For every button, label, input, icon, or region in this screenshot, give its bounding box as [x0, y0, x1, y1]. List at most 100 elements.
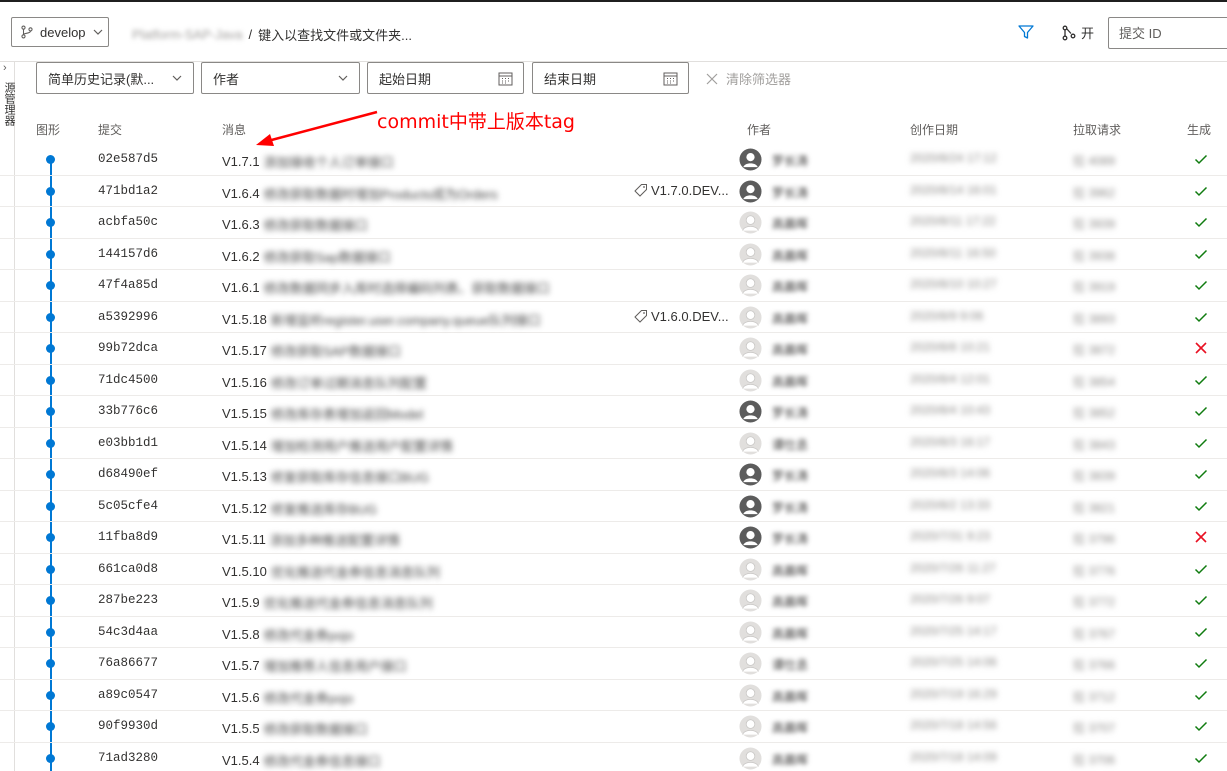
commit-id-input[interactable]	[1108, 17, 1227, 49]
pull-request-link[interactable]: 拉 3766	[1073, 656, 1115, 673]
commit-row[interactable]: 11fba8d9 V1.5.11 添加多种推送配置详情 罗长涛 2020/7/3…	[0, 522, 1227, 554]
pull-request-link[interactable]: 拉 3872	[1073, 341, 1115, 358]
commit-hash-link[interactable]: 02e587d5	[98, 152, 158, 166]
commit-message[interactable]: V1.5.18 新增监听register.user.company.queue队…	[222, 310, 541, 329]
history-mode-select[interactable]: 简单历史记录(默...	[36, 62, 194, 94]
commit-hash-link[interactable]: 144157d6	[98, 247, 158, 261]
commit-message[interactable]: V1.5.6 修改代金券pojo	[222, 688, 353, 707]
commit-hash-link[interactable]: 471bd1a2	[98, 184, 158, 198]
pull-request-link[interactable]: 拉 4089	[1073, 152, 1115, 169]
commit-hash-link[interactable]: 76a86677	[98, 656, 158, 670]
build-success-icon[interactable]	[1193, 246, 1209, 262]
commit-hash-link[interactable]: 90f9930d	[98, 719, 158, 733]
commit-message[interactable]: V1.6.3 修改获取数据接口	[222, 215, 368, 234]
build-success-icon[interactable]	[1193, 403, 1209, 419]
commit-message[interactable]: V1.5.14 增加检测用户推送用户配置详情	[222, 436, 453, 455]
commit-hash-link[interactable]: acbfa50c	[98, 215, 158, 229]
author-select[interactable]: 作者	[201, 62, 360, 94]
commit-row[interactable]: 54c3d4aa V1.5.8 修改代金券pojo 高晨晖 2020/7/25 …	[0, 617, 1227, 648]
build-success-icon[interactable]	[1193, 151, 1209, 167]
commit-message[interactable]: V1.6.2 修改获取Sap数据接口	[222, 247, 391, 266]
commit-row[interactable]: a5392996 V1.5.18 新增监听register.user.compa…	[0, 302, 1227, 333]
commit-hash-link[interactable]: 287be223	[98, 593, 158, 607]
version-tag[interactable]: V1.7.0.DEV...	[634, 183, 729, 198]
commit-hash-link[interactable]: d68490ef	[98, 467, 158, 481]
commit-row[interactable]: acbfa50c V1.6.3 修改获取数据接口 高晨晖 2020/8/11 1…	[0, 207, 1227, 239]
commit-message[interactable]: V1.5.9 优化推送代金券信息消息队列	[222, 593, 433, 612]
commit-row[interactable]: 144157d6 V1.6.2 修改获取Sap数据接口 高晨晖 2020/8/1…	[0, 239, 1227, 270]
commit-message[interactable]: V1.5.13 修复获取库存信息接口BUG	[222, 467, 429, 486]
commit-row[interactable]: 71dc4500 V1.5.16 修改订单过期消息队列配置 高晨晖 2020/8…	[0, 365, 1227, 396]
pull-request-link[interactable]: 拉 3852	[1073, 404, 1115, 421]
commit-row[interactable]: 76a86677 V1.5.7 增加推荐人信息用户接口 谭仕丞 2020/7/2…	[0, 648, 1227, 680]
commit-row[interactable]: 47f4a85d V1.6.1 修改数据同步入库时选择编码列表、获取数据接口 高…	[0, 270, 1227, 302]
commit-message[interactable]: V1.5.17 修改获取SAP数据接口	[222, 341, 401, 360]
build-success-icon[interactable]	[1193, 435, 1209, 451]
commit-row[interactable]: d68490ef V1.5.13 修复获取库存信息接口BUG 罗长涛 2020/…	[0, 459, 1227, 491]
commit-hash-link[interactable]: 71ad3280	[98, 751, 158, 765]
build-failed-icon[interactable]	[1193, 340, 1209, 356]
commit-message[interactable]: V1.5.16 修改订单过期消息队列配置	[222, 373, 427, 392]
branch-selector[interactable]: develop	[11, 17, 109, 47]
build-success-icon[interactable]	[1193, 592, 1209, 608]
commit-row[interactable]: 71ad3280 V1.5.4 修改代金券信息接口 高晨晖 2020/7/18 …	[0, 743, 1227, 771]
commit-hash-link[interactable]: 54c3d4aa	[98, 625, 158, 639]
pull-request-link[interactable]: 拉 3712	[1073, 688, 1115, 705]
pull-request-link[interactable]: 拉 3939	[1073, 215, 1115, 232]
pull-request-link[interactable]: 拉 3821	[1073, 499, 1115, 516]
commit-row[interactable]: 33b776c6 V1.5.15 修改库存表增加返回Model 罗长涛 2020…	[0, 396, 1227, 428]
pull-request-link[interactable]: 拉 3893	[1073, 310, 1115, 327]
pull-request-link[interactable]: 拉 3839	[1073, 467, 1115, 484]
end-date-picker[interactable]: 结束日期	[532, 62, 689, 94]
commit-row[interactable]: 287be223 V1.5.9 优化推送代金券信息消息队列 高晨晖 2020/7…	[0, 585, 1227, 617]
commit-row[interactable]: a89c0547 V1.5.6 修改代金券pojo 高晨晖 2020/7/19 …	[0, 680, 1227, 711]
commit-hash-link[interactable]: 11fba8d9	[98, 530, 158, 544]
commit-row[interactable]: 90f9930d V1.5.5 修改获取数据接口 高晨晖 2020/7/18 1…	[0, 711, 1227, 743]
build-success-icon[interactable]	[1193, 214, 1209, 230]
pull-request-link[interactable]: 拉 3772	[1073, 593, 1115, 610]
filter-icon[interactable]	[1017, 23, 1035, 41]
commit-hash-link[interactable]: 5c05cfe4	[98, 499, 158, 513]
build-failed-icon[interactable]	[1193, 529, 1209, 545]
build-success-icon[interactable]	[1193, 309, 1209, 325]
clear-filters-button[interactable]: 清除筛选器	[706, 69, 791, 88]
commit-row[interactable]: 5c05cfe4 V1.5.12 修复推送库存BUG 罗长涛 2020/8/2 …	[0, 491, 1227, 522]
start-date-picker[interactable]: 起始日期	[367, 62, 524, 94]
commit-message[interactable]: V1.5.15 修改库存表增加返回Model	[222, 404, 423, 423]
build-success-icon[interactable]	[1193, 561, 1209, 577]
version-tag[interactable]: V1.6.0.DEV...	[634, 309, 729, 324]
build-success-icon[interactable]	[1193, 750, 1209, 766]
commit-hash-link[interactable]: e03bb1d1	[98, 436, 158, 450]
build-success-icon[interactable]	[1193, 498, 1209, 514]
pull-request-link[interactable]: 拉 3796	[1073, 530, 1115, 547]
commit-row[interactable]: 02e587d5 V1.7.1 添加接收个人订单接口 罗长涛 2020/8/24…	[0, 144, 1227, 176]
pull-request-link[interactable]: 拉 3776	[1073, 562, 1115, 579]
commit-hash-link[interactable]: 99b72dca	[98, 341, 158, 355]
commit-message[interactable]: V1.5.11 添加多种推送配置详情	[222, 530, 400, 549]
commit-hash-link[interactable]: 71dc4500	[98, 373, 158, 387]
commit-hash-link[interactable]: 47f4a85d	[98, 278, 158, 292]
commit-message[interactable]: V1.5.8 修改代金券pojo	[222, 625, 353, 644]
commit-row[interactable]: 99b72dca V1.5.17 修改获取SAP数据接口 高晨晖 2020/8/…	[0, 333, 1227, 365]
pull-request-link[interactable]: 拉 3919	[1073, 278, 1115, 295]
commit-message[interactable]: V1.5.10 优化推送代金券信息消息队列	[222, 562, 440, 581]
commit-message[interactable]: V1.6.1 修改数据同步入库时选择编码列表、获取数据接口	[222, 278, 550, 297]
commit-message[interactable]: V1.5.7 增加推荐人信息用户接口	[222, 656, 407, 675]
open-pr-button[interactable]: 开	[1061, 23, 1094, 42]
pull-request-link[interactable]: 拉 3843	[1073, 436, 1115, 453]
pull-request-link[interactable]: 拉 3938	[1073, 247, 1115, 264]
commit-row[interactable]: 661ca0d8 V1.5.10 优化推送代金券信息消息队列 高晨晖 2020/…	[0, 554, 1227, 585]
commit-hash-link[interactable]: a89c0547	[98, 688, 158, 702]
expand-arrow-icon[interactable]: ›	[3, 62, 7, 74]
pull-request-link[interactable]: 拉 3962	[1073, 184, 1115, 201]
build-success-icon[interactable]	[1193, 183, 1209, 199]
commit-hash-link[interactable]: 661ca0d8	[98, 562, 158, 576]
pull-request-link[interactable]: 拉 3706	[1073, 751, 1115, 768]
build-success-icon[interactable]	[1193, 466, 1209, 482]
repo-name[interactable]: Platform-SAP-Java	[132, 27, 243, 42]
pull-request-link[interactable]: 拉 3854	[1073, 373, 1115, 390]
commit-message[interactable]: V1.5.4 修改代金券信息接口	[222, 751, 381, 770]
file-search-prompt[interactable]: 键入以查找文件或文件夹...	[258, 25, 412, 44]
build-success-icon[interactable]	[1193, 372, 1209, 388]
commit-row[interactable]: e03bb1d1 V1.5.14 增加检测用户推送用户配置详情 谭仕丞 2020…	[0, 428, 1227, 459]
